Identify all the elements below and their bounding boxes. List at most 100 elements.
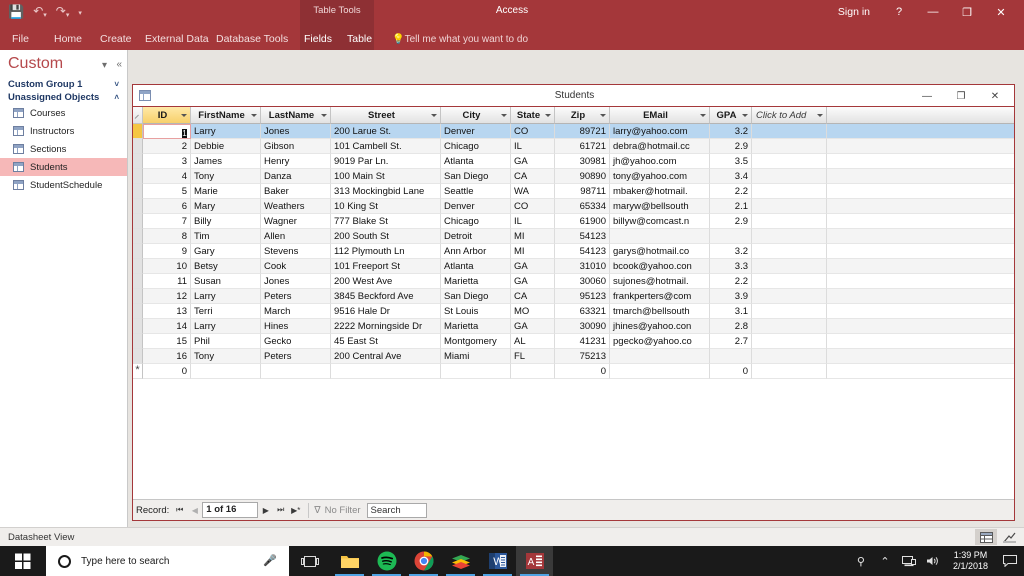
table-row[interactable]: 16 Tony Peters 200 Central Ave Miami FL 75213 (133, 349, 1014, 364)
nav-group-unassigned-objects[interactable]: Unassigned Objects ˄ (0, 91, 127, 104)
cell-street[interactable]: 200 Larue St. (331, 124, 441, 139)
previous-record-button[interactable]: ◀ (187, 503, 202, 518)
cell-city[interactable]: Seattle (441, 184, 511, 199)
cell-click-to-add[interactable] (752, 184, 827, 199)
chevron-down-icon[interactable] (600, 114, 606, 117)
word-icon[interactable]: W (479, 546, 516, 576)
cell-street[interactable]: 200 South St (331, 229, 441, 244)
cell-zip[interactable]: 61900 (555, 214, 610, 229)
row-selector[interactable] (133, 274, 143, 289)
cell-street[interactable]: 101 Cambell St. (331, 139, 441, 154)
minimize-icon[interactable]: — (916, 3, 950, 21)
cell-email[interactable]: bcook@yahoo.con (610, 259, 710, 274)
cell-firstname[interactable]: Larry (191, 124, 261, 139)
new-record-button[interactable]: ▶* (288, 503, 303, 518)
cell-lastname[interactable]: Baker (261, 184, 331, 199)
cell-lastname[interactable]: Allen (261, 229, 331, 244)
cell-zip[interactable]: 98711 (555, 184, 610, 199)
cell-street[interactable]: 200 Central Ave (331, 349, 441, 364)
cell-city[interactable]: Ann Arbor (441, 244, 511, 259)
cell-firstname[interactable]: Marie (191, 184, 261, 199)
cell-city[interactable]: Atlanta (441, 154, 511, 169)
cell-email[interactable]: garys@hotmail.co (610, 244, 710, 259)
sidebar-item-students[interactable]: Students (0, 158, 127, 176)
cell-click-to-add[interactable] (752, 259, 827, 274)
cell-click-to-add[interactable] (752, 199, 827, 214)
cell-click-to-add[interactable] (752, 139, 827, 154)
cell-state[interactable]: GA (511, 259, 555, 274)
cell-street[interactable]: 112 Plymouth Ln (331, 244, 441, 259)
chrome-icon[interactable] (405, 546, 442, 576)
cell-state[interactable]: AL (511, 334, 555, 349)
show-hidden-icons-chevron[interactable]: ⌃ (873, 546, 897, 576)
help-icon[interactable]: ? (882, 3, 916, 21)
cell-zip[interactable]: 89721 (555, 124, 610, 139)
new-cell-zip[interactable]: 0 (555, 364, 610, 379)
table-row[interactable]: 8 Tim Allen 200 South St Detroit MI 54123 (133, 229, 1014, 244)
cell-gpa[interactable] (710, 349, 752, 364)
cell-lastname[interactable]: Hines (261, 319, 331, 334)
cell-zip[interactable]: 65334 (555, 199, 610, 214)
cell-firstname[interactable]: Billy (191, 214, 261, 229)
chevron-down-icon[interactable] (251, 114, 257, 117)
cell-street[interactable]: 101 Freeport St (331, 259, 441, 274)
table-row[interactable]: 11 Susan Jones 200 West Ave Marietta GA 30060 s… (133, 274, 1014, 289)
table-row[interactable]: 1 Larry Jones 200 Larue St. Denver CO 89721 lar… (133, 124, 1014, 139)
table-row[interactable]: 3 James Henry 9019 Par Ln. Atlanta GA 30981 jh@… (133, 154, 1014, 169)
cell-street[interactable]: 100 Main St (331, 169, 441, 184)
tab-external-data[interactable]: External Data (145, 29, 209, 50)
cell-zip[interactable]: 30090 (555, 319, 610, 334)
cell-zip[interactable]: 63321 (555, 304, 610, 319)
cell-zip[interactable]: 90890 (555, 169, 610, 184)
cell-firstname[interactable]: Phil (191, 334, 261, 349)
network-icon[interactable] (897, 546, 921, 576)
cell-city[interactable]: Chicago (441, 139, 511, 154)
cell-state[interactable]: FL (511, 349, 555, 364)
chevron-down-icon[interactable]: ˅ (114, 78, 119, 91)
cell-gpa[interactable]: 2.8 (710, 319, 752, 334)
cell-zip[interactable]: 61721 (555, 139, 610, 154)
tab-create[interactable]: Create (100, 29, 132, 50)
new-cell-firstname[interactable] (191, 364, 261, 379)
cell-email[interactable]: tony@yahoo.com (610, 169, 710, 184)
cell-gpa[interactable]: 3.1 (710, 304, 752, 319)
cell-lastname[interactable]: Danza (261, 169, 331, 184)
cell-zip[interactable]: 75213 (555, 349, 610, 364)
cell-click-to-add[interactable] (752, 334, 827, 349)
cell-street[interactable]: 9019 Par Ln. (331, 154, 441, 169)
cell-city[interactable]: Marietta (441, 319, 511, 334)
row-selector[interactable] (133, 334, 143, 349)
cell-state[interactable]: IL (511, 139, 555, 154)
cell-city[interactable]: Miami (441, 349, 511, 364)
chevron-down-icon[interactable] (545, 114, 551, 117)
cell-id[interactable]: 8 (143, 229, 191, 244)
cell-city[interactable]: Denver (441, 199, 511, 214)
cell-zip[interactable]: 54123 (555, 244, 610, 259)
document-minimize-icon[interactable]: — (910, 85, 944, 107)
cell-click-to-add[interactable] (752, 319, 827, 334)
cell-street[interactable]: 313 Mockingbid Lane (331, 184, 441, 199)
cell-state[interactable]: CO (511, 124, 555, 139)
books-icon[interactable] (442, 546, 479, 576)
cell-gpa[interactable] (710, 229, 752, 244)
cell-gpa[interactable]: 2.1 (710, 199, 752, 214)
cell-id[interactable]: 14 (143, 319, 191, 334)
cell-gpa[interactable]: 2.2 (710, 184, 752, 199)
cell-click-to-add[interactable] (752, 244, 827, 259)
cell-click-to-add[interactable] (752, 304, 827, 319)
cell-state[interactable]: WA (511, 184, 555, 199)
cell-email[interactable] (610, 229, 710, 244)
row-selector[interactable] (133, 184, 143, 199)
cell-click-to-add[interactable] (752, 169, 827, 184)
cell-email[interactable]: billyw@comcast.n (610, 214, 710, 229)
cell-id[interactable]: 2 (143, 139, 191, 154)
cell-state[interactable]: GA (511, 319, 555, 334)
cell-lastname[interactable]: Gecko (261, 334, 331, 349)
cell-id[interactable]: 9 (143, 244, 191, 259)
cell-firstname[interactable]: Gary (191, 244, 261, 259)
table-row[interactable]: 4 Tony Danza 100 Main St San Diego CA 90890 ton… (133, 169, 1014, 184)
table-row[interactable]: 14 Larry Hines 2222 Morningside Dr Marietta G… (133, 319, 1014, 334)
table-row[interactable]: 13 Terri March 9516 Hale Dr St Louis MO 63321 t… (133, 304, 1014, 319)
tell-me-search[interactable]: 💡 Tell me what you want to do (392, 29, 528, 50)
row-selector[interactable] (133, 289, 143, 304)
